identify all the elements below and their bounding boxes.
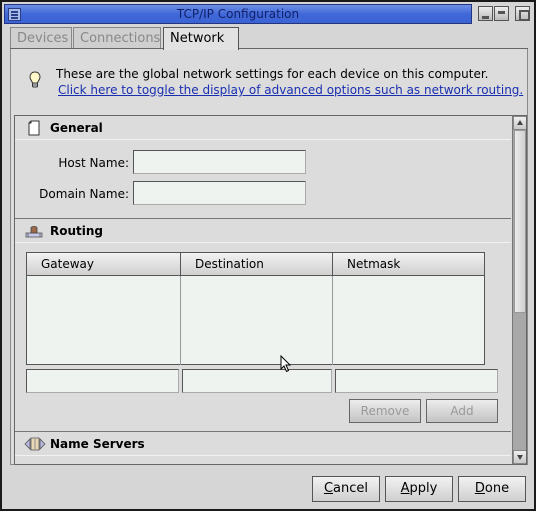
info-text: These are the global network settings fo… <box>56 67 489 81</box>
lightbulb-icon <box>29 71 41 88</box>
done-button[interactable]: Done <box>458 476 526 502</box>
vertical-scrollbar[interactable] <box>512 116 526 464</box>
cancel-label-rest: ancel <box>333 481 369 496</box>
column-header-netmask[interactable]: Netmask <box>332 253 484 276</box>
section-name-servers-header[interactable]: Name Servers <box>15 432 511 456</box>
done-label-rest: one <box>484 481 510 496</box>
document-icon <box>28 120 40 136</box>
section-routing-title: Routing <box>50 224 104 238</box>
column-divider <box>332 276 333 365</box>
minimize-icon[interactable] <box>494 6 509 21</box>
cancel-button[interactable]: Cancel <box>312 476 380 502</box>
advanced-options-link[interactable]: Click here to toggle the display of adva… <box>58 83 523 97</box>
tab-network[interactable]: Network <box>163 27 239 50</box>
apply-mnemonic: A <box>400 481 410 496</box>
title-bar-drag-area[interactable]: TCP/IP Configuration <box>4 4 472 24</box>
destination-input[interactable] <box>182 369 332 393</box>
netmask-input[interactable] <box>335 369 498 393</box>
routing-icon <box>25 226 43 238</box>
gateway-input[interactable] <box>26 369 179 393</box>
routing-table: Gateway Destination Netmask <box>26 252 485 365</box>
title-bar[interactable]: TCP/IP Configuration <box>4 4 534 24</box>
window-title: TCP/IP Configuration <box>176 7 300 21</box>
name-servers-icon <box>24 437 46 451</box>
apply-button[interactable]: Apply <box>385 476 453 502</box>
scrollbar-thumb[interactable] <box>514 130 526 313</box>
mouse-cursor-icon <box>280 355 292 373</box>
maximize-icon[interactable] <box>515 6 530 21</box>
apply-label-rest: pply <box>409 481 438 496</box>
domain-name-label: Domain Name: <box>39 187 129 201</box>
section-general-header[interactable]: General <box>15 116 511 140</box>
tcpip-configuration-window: TCP/IP Configuration Devices Connections… <box>0 0 536 511</box>
cancel-mnemonic: C <box>323 481 334 496</box>
section-general-title: General <box>50 121 103 135</box>
host-name-label: Host Name: <box>58 156 129 170</box>
network-tab-panel: These are the global network settings fo… <box>10 49 528 465</box>
tab-connections[interactable]: Connections <box>73 27 161 49</box>
domain-name-input[interactable] <box>133 181 306 205</box>
section-routing-header[interactable]: Routing <box>15 219 511 243</box>
column-divider <box>180 276 181 365</box>
remove-route-button[interactable]: Remove <box>349 399 421 423</box>
column-header-gateway[interactable]: Gateway <box>27 253 180 276</box>
scroll-down-arrow-icon[interactable] <box>513 450 526 464</box>
host-name-input[interactable] <box>133 150 306 174</box>
tab-devices[interactable]: Devices <box>10 27 72 49</box>
add-route-button[interactable]: Add <box>426 399 498 423</box>
shade-icon[interactable] <box>478 6 493 21</box>
column-header-destination[interactable]: Destination <box>180 253 332 276</box>
settings-scroll-area[interactable]: General Host Name: Domain Name: Routing … <box>14 115 527 465</box>
scroll-up-arrow-icon[interactable] <box>513 116 526 130</box>
section-name-servers-title: Name Servers <box>50 437 145 451</box>
done-mnemonic: D <box>474 481 485 496</box>
window-controls <box>474 4 534 24</box>
